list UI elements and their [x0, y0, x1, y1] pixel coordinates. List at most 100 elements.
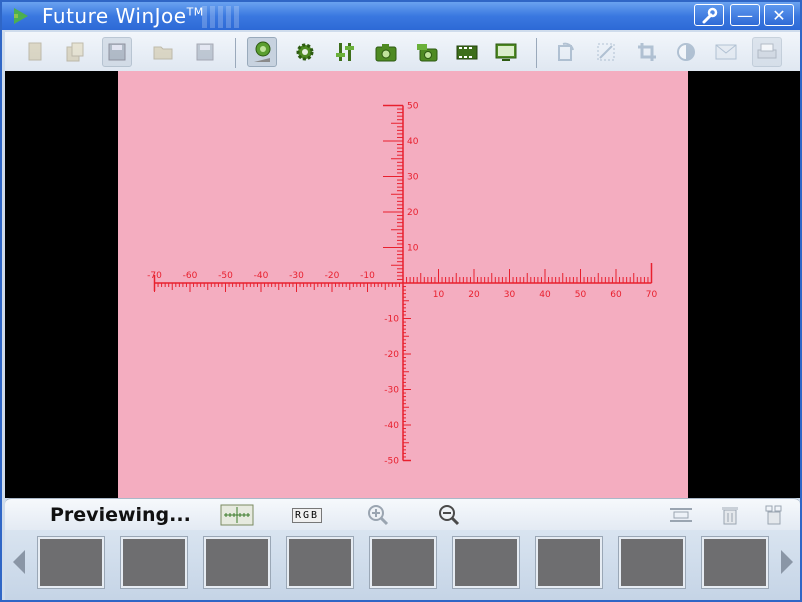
burst-snapshot-button[interactable]	[412, 37, 442, 67]
scale-ruler-button[interactable]	[220, 502, 254, 528]
title-bar[interactable]: Future WinJoeTM — ✕	[2, 2, 800, 30]
zoom-out-button[interactable]	[432, 502, 466, 528]
title-decoration	[202, 6, 242, 28]
minimize-icon: —	[737, 6, 753, 25]
webcam-icon	[254, 41, 271, 62]
close-icon: ✕	[772, 6, 786, 25]
thumbnail-slot[interactable]	[618, 536, 686, 589]
reticle-y-label: 50	[407, 102, 419, 112]
reticle-y-label: 10	[407, 244, 419, 254]
save-icon	[196, 43, 214, 61]
thumbnail-strip	[5, 530, 800, 600]
thumbnail-slot[interactable]	[286, 536, 354, 589]
adjust-button[interactable]	[330, 37, 360, 67]
toolbar-separator	[536, 38, 537, 68]
settings-button[interactable]	[694, 4, 724, 26]
thumbnail-slot[interactable]	[120, 536, 188, 589]
crop-icon	[638, 43, 656, 61]
reticle-x-label: -40	[254, 271, 269, 281]
thumbnail-slot[interactable]	[535, 536, 603, 589]
snapshot-button[interactable]	[371, 37, 401, 67]
rgb-channel-icon: RGB	[291, 507, 323, 523]
zoom-out-icon	[439, 505, 460, 526]
settings-gear-button[interactable]	[290, 37, 320, 67]
reticle-x-label: 20	[468, 290, 480, 300]
reticle-y-label: -20	[384, 350, 399, 360]
thumbnail-slot[interactable]	[701, 536, 769, 589]
resize-icon	[597, 43, 615, 61]
open-folder-button[interactable]	[148, 37, 178, 67]
reticle-x-label: -60	[183, 271, 198, 281]
app-title-text: Future WinJoe	[42, 4, 187, 28]
delete-button[interactable]	[713, 502, 747, 528]
email-button[interactable]	[711, 37, 741, 67]
preview-viewport[interactable]: -70 -60 -50 -40 -30 -20 -10 10 20 30 40 50 60 70 50 40 3…	[5, 71, 800, 498]
mail-icon	[715, 44, 737, 60]
record-video-button[interactable]	[452, 37, 482, 67]
reticle-x-label: 50	[575, 290, 587, 300]
save-as-button[interactable]	[102, 37, 132, 67]
thumbnail-slot[interactable]	[37, 536, 105, 589]
scroll-left-arrow-icon[interactable]	[13, 550, 25, 574]
fit-width-icon	[670, 508, 692, 522]
webcam-button[interactable]	[247, 37, 277, 67]
reticle-y-label: 20	[407, 208, 419, 218]
delete-all-button[interactable]	[757, 502, 791, 528]
print-button[interactable]	[752, 37, 782, 67]
thumbnail-slot[interactable]	[369, 536, 437, 589]
delete-all-icon	[765, 505, 782, 525]
printer-icon	[757, 43, 777, 59]
reticle-y-label: -10	[384, 315, 399, 325]
reticle-x-label: -50	[218, 271, 233, 281]
app-logo-icon	[14, 8, 28, 24]
new-file-button[interactable]	[20, 37, 50, 67]
zoom-in-icon	[368, 505, 389, 526]
contrast-button[interactable]	[671, 37, 701, 67]
reticle-x-label: -30	[289, 271, 304, 281]
open-folder-icon	[153, 46, 173, 60]
wrench-icon	[702, 7, 718, 24]
status-bar: Previewing... RGB	[5, 498, 800, 531]
app-window: Future WinJoeTM — ✕ -70 -60 -50 -40 -30 …	[0, 0, 802, 602]
reticle-y-label: -40	[384, 421, 399, 431]
copy-file-button[interactable]	[60, 37, 90, 67]
reticle-x-label: 40	[539, 290, 551, 300]
thumbnail-slot[interactable]	[452, 536, 520, 589]
fullscreen-button[interactable]	[491, 37, 521, 67]
resize-button[interactable]	[591, 37, 621, 67]
scroll-right-arrow-icon[interactable]	[781, 550, 793, 574]
save-as-icon	[108, 43, 126, 61]
app-title: Future WinJoeTM	[42, 4, 204, 28]
reticle-x-label: -20	[325, 271, 340, 281]
adjust-sliders-icon	[336, 43, 354, 61]
main-toolbar	[5, 32, 800, 72]
minimize-button[interactable]: —	[730, 4, 760, 26]
crop-button[interactable]	[632, 37, 662, 67]
save-button[interactable]	[190, 37, 220, 67]
thumbnail-slot[interactable]	[203, 536, 271, 589]
status-text: Previewing...	[50, 504, 191, 526]
reticle-y-label: -50	[384, 457, 399, 467]
reticle-x-label: 70	[646, 290, 658, 300]
rgb-channel-button[interactable]: RGB	[290, 502, 324, 528]
burst-camera-icon	[417, 44, 438, 62]
toolbar-separator	[235, 38, 236, 68]
close-button[interactable]: ✕	[764, 4, 794, 26]
camera-preview[interactable]: -70 -60 -50 -40 -30 -20 -10 10 20 30 40 50 60 70 50 40 3…	[118, 71, 688, 498]
zoom-in-button[interactable]	[361, 502, 395, 528]
new-file-icon	[28, 42, 42, 61]
rotate-icon	[558, 42, 574, 61]
fit-width-button[interactable]	[664, 502, 698, 528]
reticle-x-label: 10	[433, 290, 445, 300]
copy-file-icon	[66, 42, 84, 62]
rotate-button[interactable]	[550, 37, 580, 67]
film-icon	[456, 45, 478, 60]
camera-icon	[375, 44, 397, 62]
scale-ruler-icon	[220, 504, 254, 526]
reticle-y-label: 30	[407, 173, 419, 183]
reticle-y-label: -30	[384, 386, 399, 396]
gear-icon	[296, 43, 314, 61]
measurement-reticle: -70 -60 -50 -40 -30 -20 -10 10 20 30 40 50 60 70 50 40 3…	[147, 102, 658, 467]
contrast-icon	[677, 43, 695, 61]
monitor-icon	[495, 43, 517, 61]
